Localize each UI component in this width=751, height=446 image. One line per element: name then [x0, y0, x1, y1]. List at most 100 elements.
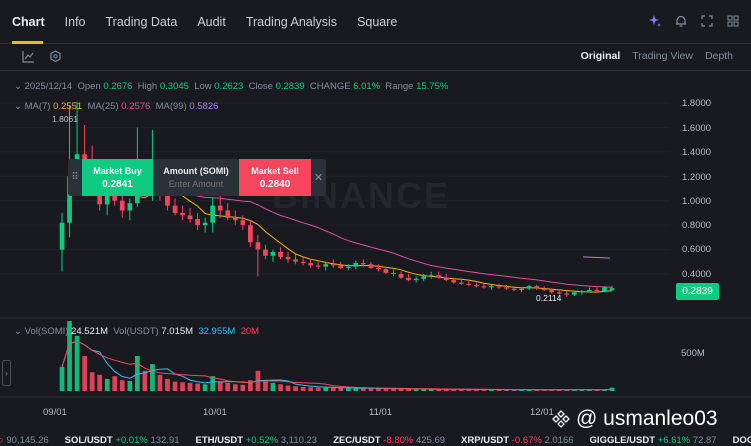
candle-body	[413, 278, 419, 281]
ticker-item[interactable]: ZEC/USDT -8.80% 425.69	[333, 435, 445, 446]
volume-info: ⌄ Vol(SOMI) 24.521M Vol(USDT) 7.015M 32.…	[14, 326, 259, 337]
volume-bar	[74, 335, 80, 391]
expand-icon[interactable]	[699, 13, 715, 29]
ticker-item[interactable]: DOGE/US	[733, 435, 751, 446]
ohlc-date: 2025/12/14	[24, 81, 73, 92]
ticker-item[interactable]: SOL/USDT +0.01% 132.91	[65, 435, 180, 446]
volume-bar	[308, 387, 313, 391]
ticker-name: GIGGLE/USDT	[589, 435, 655, 446]
ma7-label: MA(7)	[24, 101, 51, 112]
close-value: 0.2839	[275, 81, 305, 92]
ma25-value: 0.2576	[121, 101, 151, 112]
tab-square[interactable]: Square	[347, 0, 407, 44]
current-price-tag: 0.2839	[676, 283, 719, 300]
tab-chart[interactable]: Chart	[0, 0, 55, 44]
volume-bar	[59, 366, 65, 391]
vol-usdt-label: Vol(USDT)	[113, 326, 159, 337]
chart-area[interactable]: BINANCE ⌄ 2025/12/14 Open 0.2676 High 0.…	[0, 71, 751, 446]
vol-ma-b: 20M	[240, 326, 260, 337]
drag-handle-icon[interactable]: ⠿	[68, 159, 82, 196]
view-original[interactable]: Original	[581, 50, 621, 62]
candle-body	[195, 219, 200, 226]
tab-audit[interactable]: Audit	[187, 0, 236, 44]
open-label: Open	[77, 81, 101, 92]
price-axis-label: 0.8000	[682, 220, 712, 231]
volume-bar	[233, 384, 238, 391]
expand-sidebar-icon[interactable]: ›	[2, 360, 11, 386]
volume-bar	[330, 387, 336, 391]
ma7-line	[69, 178, 613, 293]
candle-body	[233, 217, 238, 221]
binance-logo-icon	[552, 410, 570, 428]
candle-body	[466, 283, 472, 285]
volume-axis-label: 500M	[681, 348, 705, 359]
tab-trading-analysis[interactable]: Trading Analysis	[236, 0, 347, 44]
indicator-settings-icon[interactable]	[49, 50, 62, 66]
candle-body	[225, 210, 231, 218]
volume-bar	[202, 384, 208, 391]
user-watermark-text: @ usmanleo03	[576, 407, 718, 430]
volume-bar	[119, 380, 125, 391]
volume-bar	[157, 374, 163, 391]
ticker-change: -0.67%	[511, 435, 542, 446]
ticker-item[interactable]: XRP/USDT -0.67% 2.0166	[461, 435, 574, 446]
ma99-line	[582, 256, 611, 259]
candle-body	[572, 292, 577, 295]
ticker-change: +6.61%	[657, 435, 691, 446]
price-axis-label: 1.8000	[682, 98, 712, 109]
sparkle-icon[interactable]	[647, 13, 663, 29]
candle-body	[59, 222, 65, 250]
bell-icon[interactable]	[673, 13, 689, 29]
candle-body	[255, 242, 261, 250]
candle-body	[315, 265, 321, 267]
candle-body	[451, 280, 457, 283]
ticker-item[interactable]: GIGGLE/USDT +6.61% 72.87	[590, 435, 717, 446]
volume-bar	[112, 376, 118, 391]
collapse-icon[interactable]: ⌄	[14, 81, 22, 92]
chart-type-icon[interactable]	[22, 50, 35, 66]
collapse-icon[interactable]: ⌄	[14, 101, 22, 112]
chart-toolbar: Original Trading View Depth	[0, 44, 751, 71]
ticker-price: 90,145.26	[6, 435, 49, 446]
x-axis-label: 10/01	[203, 407, 227, 418]
amount-input[interactable]	[156, 179, 236, 189]
candle-body	[323, 264, 329, 267]
tab-trading-data[interactable]: Trading Data	[96, 0, 188, 44]
volume-bar	[270, 382, 276, 391]
market-sell-button[interactable]: Market Sell 0.2840	[239, 159, 311, 196]
candle-body	[398, 274, 404, 278]
ticker-name: XRP/USDT	[461, 435, 510, 446]
market-buy-button[interactable]: Market Buy 0.2841	[82, 159, 153, 196]
ohlc-info: ⌄ 2025/12/14 Open 0.2676 High 0.3045 Low…	[14, 81, 448, 92]
ticker-change: +0.01%	[115, 435, 148, 446]
volume-bar	[89, 372, 95, 391]
candle-body	[496, 286, 502, 288]
candle-body	[263, 249, 268, 256]
range-value: 15.75%	[416, 81, 449, 92]
close-icon[interactable]: ✕	[311, 159, 326, 196]
candle-body	[436, 275, 442, 278]
volume-bar	[278, 384, 283, 391]
volume-bar	[82, 356, 87, 391]
candlestick-chart[interactable]	[0, 71, 751, 446]
ma-info: ⌄ MA(7) 0.2551 MA(25) 0.2576 MA(99) 0.58…	[14, 101, 218, 112]
volume-bar	[187, 382, 193, 391]
candle-body	[104, 194, 110, 205]
view-depth[interactable]: Depth	[705, 50, 733, 62]
tab-info[interactable]: Info	[55, 0, 96, 44]
view-trading-view[interactable]: Trading View	[632, 50, 693, 62]
volume-bar	[338, 388, 344, 391]
candle-body	[180, 212, 185, 216]
open-value: 0.2676	[103, 81, 133, 92]
ticker-item[interactable]: ○ 90,145.26	[0, 435, 49, 446]
market-sell-price: 0.2840	[259, 178, 291, 190]
ticker-item[interactable]: ETH/USDT +0.52% 3,110.23	[196, 435, 318, 446]
candle-body	[240, 220, 246, 226]
candle-body	[504, 287, 509, 289]
candle-body	[526, 286, 532, 289]
high-value: 0.3045	[159, 81, 189, 92]
grid-icon[interactable]	[725, 13, 741, 29]
candle-body	[202, 222, 208, 226]
collapse-icon[interactable]: ⌄	[14, 326, 22, 337]
candle-body	[391, 272, 396, 274]
